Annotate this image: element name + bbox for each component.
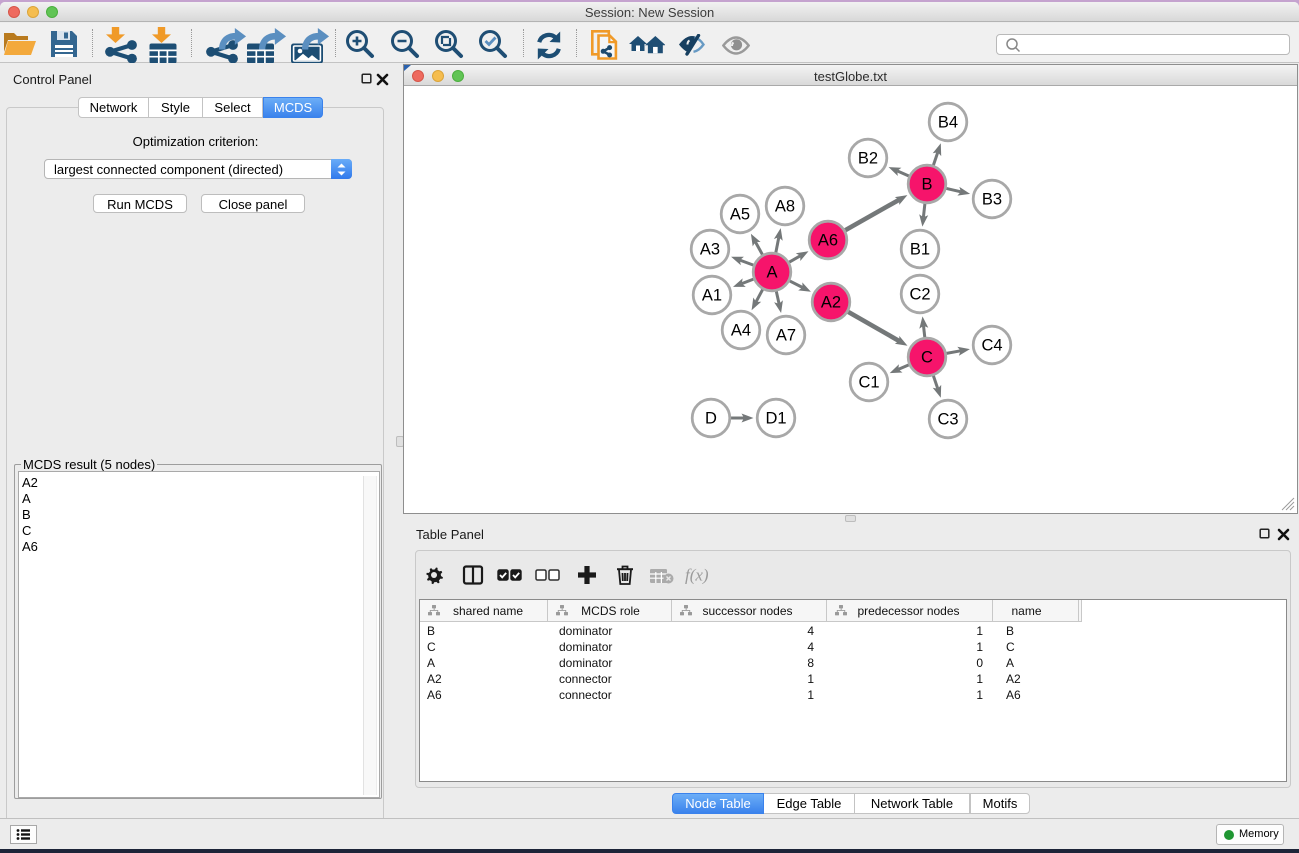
svg-text:A2: A2: [821, 294, 841, 312]
svg-text:C: C: [921, 349, 933, 367]
svg-text:C2: C2: [909, 286, 930, 304]
svg-text:A: A: [766, 264, 777, 282]
svg-text:B3: B3: [982, 191, 1002, 209]
svg-text:B1: B1: [910, 241, 930, 259]
svg-text:D: D: [705, 410, 717, 428]
svg-text:C1: C1: [858, 374, 879, 392]
svg-text:B: B: [921, 176, 932, 194]
svg-text:B2: B2: [858, 150, 878, 168]
svg-text:B4: B4: [938, 114, 958, 132]
svg-text:A8: A8: [775, 198, 795, 216]
svg-text:C3: C3: [937, 411, 958, 429]
svg-text:A7: A7: [776, 327, 796, 345]
svg-text:A5: A5: [730, 206, 750, 224]
svg-text:C4: C4: [981, 337, 1002, 355]
svg-text:f(x): f(x): [685, 566, 709, 585]
svg-text:D1: D1: [765, 410, 786, 428]
svg-text:A1: A1: [702, 287, 722, 305]
svg-text:A3: A3: [700, 241, 720, 259]
svg-text:A6: A6: [818, 232, 838, 250]
svg-text:A4: A4: [731, 322, 751, 340]
